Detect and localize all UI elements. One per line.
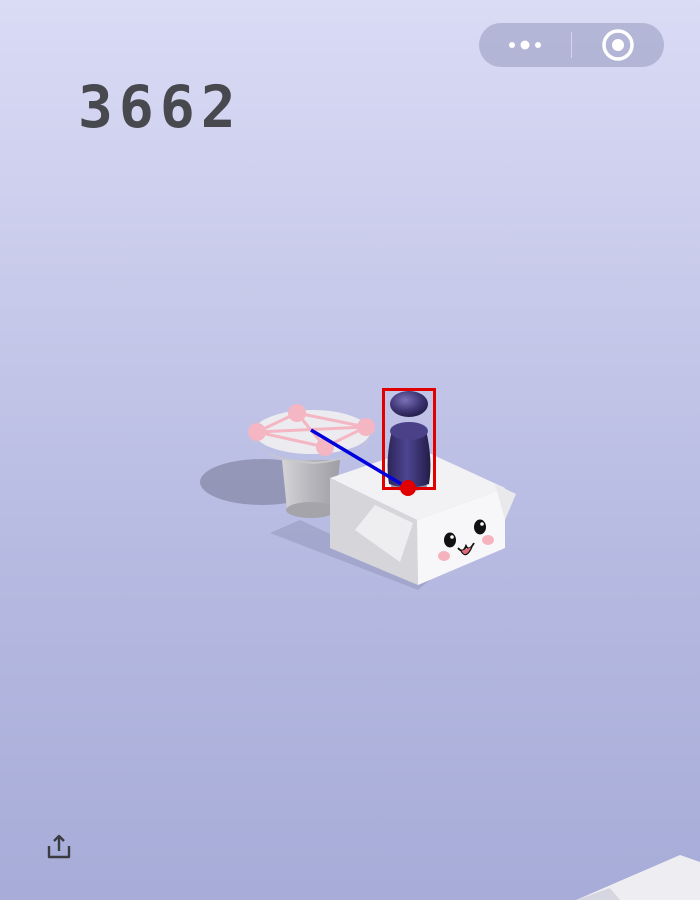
next-platform <box>576 855 700 900</box>
share-icon <box>47 834 71 859</box>
share-button[interactable] <box>44 832 74 862</box>
piece-anchor-dot <box>400 480 416 496</box>
game-scene <box>200 388 700 900</box>
piece-head <box>390 391 428 417</box>
player-piece <box>387 391 431 491</box>
